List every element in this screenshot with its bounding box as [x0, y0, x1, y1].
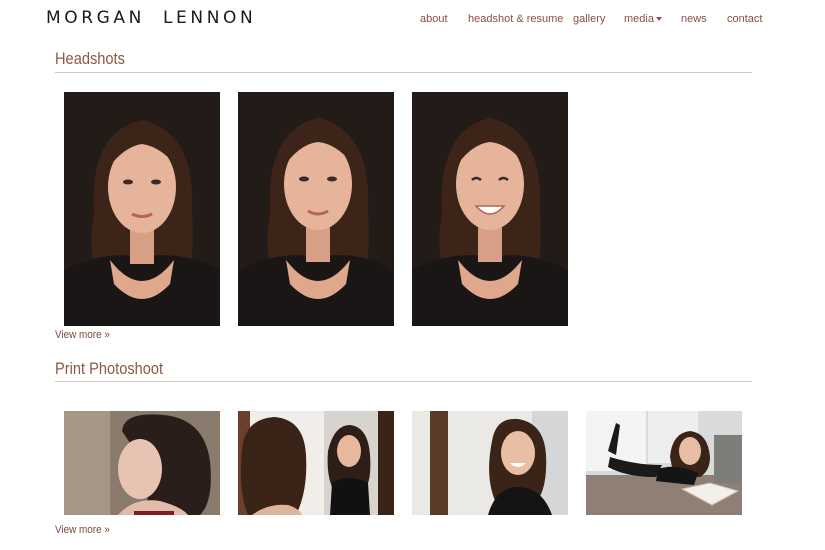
headshot-photo-2[interactable] [238, 92, 394, 326]
print-photo-1[interactable] [64, 411, 220, 515]
nav-item-contact[interactable]: contact [727, 13, 762, 25]
nav-item-news[interactable]: news [681, 13, 707, 25]
print-image [586, 411, 742, 515]
headshot-photo-1[interactable] [64, 92, 220, 326]
nav-item-media[interactable]: media [624, 13, 662, 25]
nav-item-about[interactable]: about [420, 13, 448, 25]
print-photo-2[interactable] [238, 411, 394, 515]
section-title-headshots: Headshots [55, 49, 125, 68]
print-image [64, 411, 220, 515]
print-image [412, 411, 568, 515]
headshot-photo-3[interactable] [412, 92, 568, 326]
section-divider [55, 381, 752, 382]
nav-item-gallery[interactable]: gallery [573, 13, 605, 25]
section-title-print-photoshoot: Print Photoshoot [55, 359, 164, 378]
print-photo-3[interactable] [412, 411, 568, 515]
chevron-down-icon [655, 17, 662, 22]
nav-item-media-label: media [624, 13, 654, 25]
headshot-image [412, 92, 568, 326]
section-divider [55, 72, 752, 73]
headshot-image [64, 92, 220, 326]
print-photo-4[interactable] [586, 411, 742, 515]
headshot-image [238, 92, 394, 326]
view-more-headshots-link[interactable]: View more » [55, 329, 110, 341]
view-more-print-link[interactable]: View more » [55, 524, 110, 536]
print-image [238, 411, 394, 515]
main-nav: about headshot & resume gallery media ne… [0, 13, 825, 27]
nav-item-headshot-resume[interactable]: headshot & resume [468, 13, 563, 25]
